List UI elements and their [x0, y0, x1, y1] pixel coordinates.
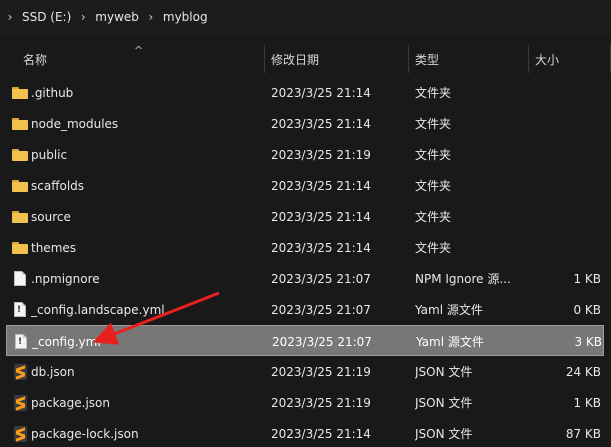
sublime-file-icon	[11, 418, 29, 447]
yaml-file-icon: !	[11, 294, 29, 325]
file-modified-date: 2023/3/25 21:14	[271, 85, 371, 100]
sublime-file-icon	[11, 387, 29, 418]
sort-ascending-icon: ^	[134, 44, 144, 57]
file-name: db.json	[31, 364, 75, 379]
file-modified-date: 2023/3/25 21:14	[271, 209, 371, 224]
file-modified-date: 2023/3/25 21:07	[272, 334, 372, 349]
file-size: 87 KB	[565, 426, 601, 441]
file-row[interactable]: themes 2023/3/25 21:14 文件夹	[0, 232, 611, 263]
file-modified-date: 2023/3/25 21:19	[271, 395, 371, 410]
column-header-name[interactable]: 名称	[23, 42, 47, 76]
column-divider[interactable]	[528, 45, 529, 73]
file-type: 文件夹	[415, 86, 452, 100]
file-name: node_modules	[31, 116, 119, 131]
column-header-date[interactable]: 修改日期	[271, 42, 319, 76]
file-size: 0 KB	[573, 302, 601, 317]
sublime-file-icon	[11, 356, 29, 387]
file-icon	[11, 263, 29, 294]
file-size	[520, 232, 601, 263]
file-name: .github	[31, 85, 74, 100]
file-type: 文件夹	[415, 241, 452, 255]
yaml-file-icon: !	[12, 326, 30, 357]
file-size	[520, 170, 601, 201]
file-type: NPM Ignore 源...	[415, 272, 511, 286]
folder-icon	[11, 77, 29, 108]
file-size	[520, 139, 601, 170]
file-size: 24 KB	[565, 364, 601, 379]
file-type: JSON 文件	[415, 365, 473, 379]
file-modified-date: 2023/3/25 21:14	[271, 240, 371, 255]
file-row[interactable]: .github 2023/3/25 21:14 文件夹	[0, 77, 611, 108]
folder-icon	[11, 139, 29, 170]
file-row[interactable]: source 2023/3/25 21:14 文件夹	[0, 201, 611, 232]
file-size: 1 KB	[573, 271, 601, 286]
file-size: 3 KB	[574, 334, 602, 349]
folder-icon	[11, 232, 29, 263]
breadcrumb-item-myblog[interactable]: myblog	[157, 10, 214, 24]
file-modified-date: 2023/3/25 21:19	[271, 147, 371, 162]
file-modified-date: 2023/3/25 21:07	[271, 302, 371, 317]
file-size	[520, 108, 601, 139]
file-type: JSON 文件	[415, 427, 473, 441]
file-row[interactable]: package.json 2023/3/25 21:19 JSON 文件 1 KB	[0, 387, 611, 418]
column-divider[interactable]	[264, 45, 265, 73]
breadcrumb: › SSD (E:) › myweb › myblog	[0, 0, 611, 34]
file-name: scaffolds	[31, 178, 85, 193]
folder-icon	[11, 170, 29, 201]
file-row[interactable]: public 2023/3/25 21:19 文件夹	[0, 139, 611, 170]
file-size	[520, 201, 601, 232]
file-name: themes	[31, 240, 77, 255]
column-header: ^ 名称 修改日期 类型 大小	[0, 42, 611, 76]
breadcrumb-item-myweb[interactable]: myweb	[89, 10, 145, 24]
file-size: 1 KB	[573, 395, 601, 410]
file-type: JSON 文件	[415, 396, 473, 410]
file-row[interactable]: package-lock.json 2023/3/25 21:14 JSON 文件 8…	[0, 418, 611, 447]
file-type: Yaml 源文件	[416, 335, 484, 349]
file-name: _config.yml	[32, 334, 101, 349]
chevron-right-icon[interactable]: ›	[77, 10, 89, 24]
file-name: package.json	[31, 395, 111, 410]
file-name: _config.landscape.yml	[31, 302, 165, 317]
file-row[interactable]: db.json 2023/3/25 21:19 JSON 文件 24 KB	[0, 356, 611, 387]
file-name: .npmignore	[31, 271, 100, 286]
file-type: 文件夹	[415, 148, 452, 162]
file-modified-date: 2023/3/25 21:14	[271, 178, 371, 193]
column-header-size[interactable]: 大小	[535, 42, 559, 76]
file-modified-date: 2023/3/25 21:14	[271, 426, 371, 441]
file-name: package-lock.json	[31, 426, 139, 441]
chevron-right-icon[interactable]: ›	[4, 10, 16, 24]
file-name: public	[31, 147, 68, 162]
folder-icon	[11, 201, 29, 232]
file-type: 文件夹	[415, 117, 452, 131]
file-row[interactable]: ! _config.landscape.yml 2023/3/25 21:07 Yam…	[0, 294, 611, 325]
file-size	[520, 77, 601, 108]
file-modified-date: 2023/3/25 21:14	[271, 116, 371, 131]
folder-icon	[11, 108, 29, 139]
breadcrumb-item-drive[interactable]: SSD (E:)	[16, 10, 77, 24]
file-modified-date: 2023/3/25 21:07	[271, 271, 371, 286]
chevron-right-icon[interactable]: ›	[145, 10, 157, 24]
file-row[interactable]: node_modules 2023/3/25 21:14 文件夹	[0, 108, 611, 139]
file-type: Yaml 源文件	[415, 303, 483, 317]
file-modified-date: 2023/3/25 21:19	[271, 364, 371, 379]
column-header-type[interactable]: 类型	[415, 42, 439, 76]
file-name: source	[31, 209, 71, 224]
column-divider[interactable]	[408, 45, 409, 73]
file-type: 文件夹	[415, 179, 452, 193]
file-row[interactable]: scaffolds 2023/3/25 21:14 文件夹	[0, 170, 611, 201]
file-row[interactable]: ! _config.yml 2023/3/25 21:07 Yaml 源文件 3 KB	[6, 325, 604, 356]
file-type: 文件夹	[415, 210, 452, 224]
file-row[interactable]: .npmignore 2023/3/25 21:07 NPM Ignore 源...…	[0, 263, 611, 294]
